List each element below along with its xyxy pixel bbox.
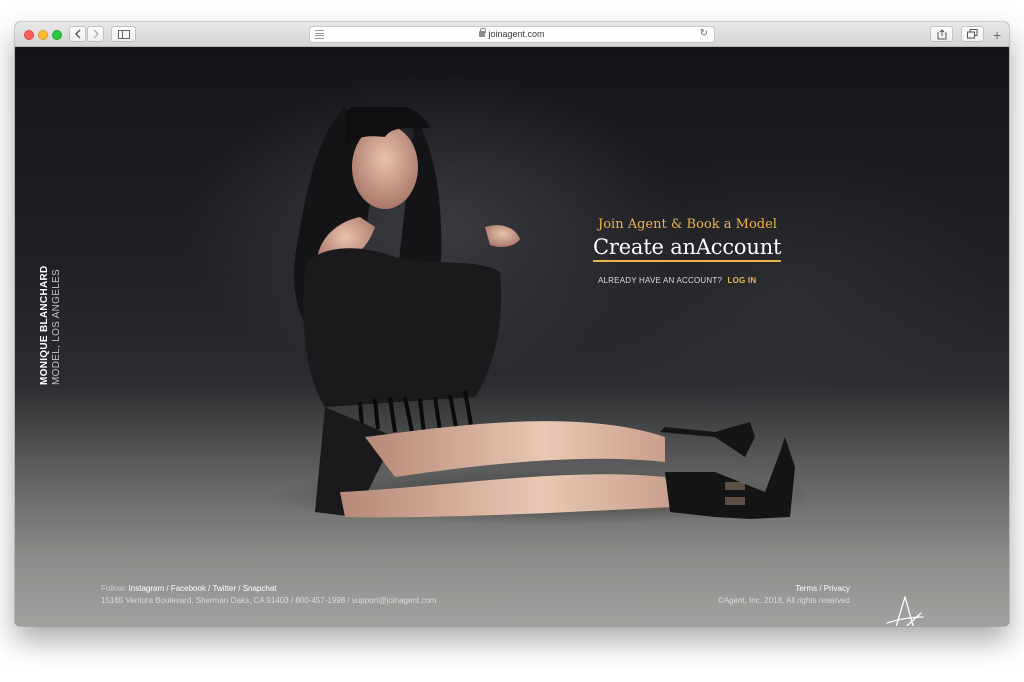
footer-right: Terms / Privacy ©Agent, Inc. 2018, All r…	[718, 583, 850, 607]
sidebar-icon	[117, 29, 130, 39]
tabs-overview-button[interactable]	[961, 26, 984, 42]
signup-cta: Join Agent & Book a Model Create anAccou…	[593, 217, 813, 285]
sidebar-toggle-button[interactable]	[111, 26, 136, 42]
create-account-link[interactable]: Create anAccount	[593, 235, 781, 262]
forward-button[interactable]	[87, 26, 104, 42]
hero-model-photo	[265, 107, 805, 525]
hero-page: MONIQUE BLANCHARD MODEL, LOS ANGELES Joi…	[15, 47, 1009, 626]
agent-logo-icon[interactable]	[885, 595, 925, 626]
login-prompt-text: ALREADY HAVE AN ACCOUNT?	[598, 276, 723, 285]
login-link[interactable]: LOG IN	[728, 276, 757, 285]
terms-privacy-links[interactable]: Terms / Privacy	[718, 583, 850, 595]
lock-icon	[479, 28, 487, 37]
contact-address: 15165 Ventura Boulevard, Sherman Oaks, C…	[101, 596, 437, 605]
chevron-right-icon	[93, 29, 99, 39]
reload-icon[interactable]: ↻	[700, 28, 708, 39]
chevron-left-icon	[74, 29, 80, 39]
share-button[interactable]	[930, 26, 953, 42]
social-links[interactable]: Instagram / Facebook / Twitter / Snapcha…	[129, 584, 277, 593]
address-bar[interactable]: joinagent.com ↻	[309, 26, 715, 43]
tabs-icon	[967, 29, 978, 39]
new-tab-button[interactable]: +	[993, 28, 1001, 42]
close-window-button[interactable]	[24, 30, 34, 40]
copyright-text: ©Agent, Inc. 2018, All rights reserved	[717, 596, 850, 605]
model-caption: MONIQUE BLANCHARD MODEL, LOS ANGELES	[39, 265, 62, 385]
browser-window: joinagent.com ↻ + MONIQUE BLANCHARD MODE…	[15, 22, 1009, 626]
share-icon	[937, 28, 946, 39]
zoom-window-button[interactable]	[52, 30, 62, 40]
cta-tagline: Join Agent & Book a Model	[598, 217, 777, 232]
browser-toolbar: joinagent.com ↻ +	[15, 22, 1009, 47]
login-prompt-row: ALREADY HAVE AN ACCOUNT? LOG IN	[593, 276, 813, 285]
footer-left: Follow: Instagram / Facebook / Twitter /…	[101, 583, 436, 607]
url-text: joinagent.com	[310, 28, 714, 39]
model-subtitle: MODEL, LOS ANGELES	[51, 269, 62, 385]
follow-label: Follow:	[101, 584, 127, 593]
model-name: MONIQUE BLANCHARD	[39, 265, 50, 385]
back-button[interactable]	[69, 26, 86, 42]
minimize-window-button[interactable]	[38, 30, 48, 40]
